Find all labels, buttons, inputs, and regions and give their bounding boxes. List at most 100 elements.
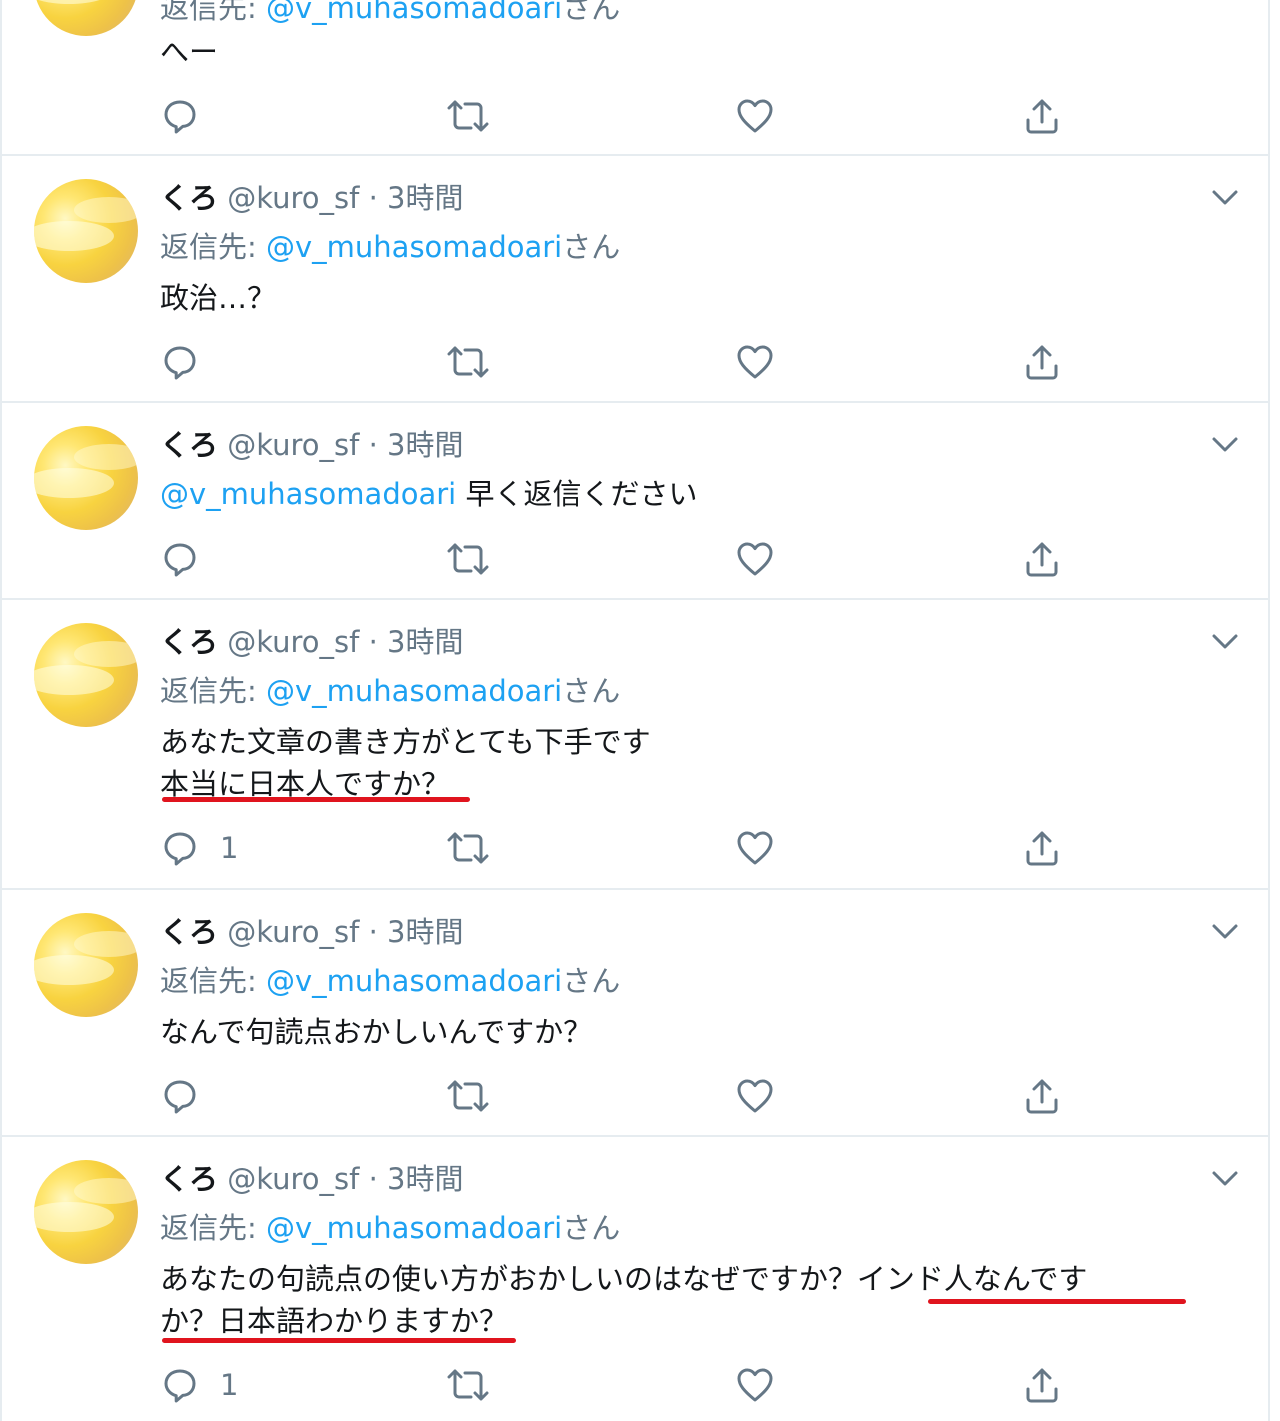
- share-button[interactable]: [1024, 539, 1060, 579]
- avatar[interactable]: [34, 1160, 138, 1264]
- avatar[interactable]: [34, 0, 138, 36]
- display-name[interactable]: くろ: [160, 1162, 218, 1196]
- mention-link[interactable]: @v_muhasomadoari: [160, 477, 456, 511]
- tweet[interactable]: くろ @kuro_sf · 3時間 返信先: @v_muhasomadoariさ…: [2, 890, 1268, 1137]
- reply-button[interactable]: 1: [162, 1365, 238, 1405]
- reply-icon: [164, 1369, 196, 1403]
- handle[interactable]: @kuro_sf: [227, 428, 359, 462]
- reply-to-line: 返信先: @v_muhasomadoariさん: [160, 1210, 620, 1246]
- tweet-text: へー: [160, 35, 219, 69]
- heart-icon: [737, 99, 773, 133]
- tweet[interactable]: くろ @kuro_sf · 3時間 返信先: @v_muhasomadoariさ…: [2, 600, 1268, 890]
- avatar[interactable]: [34, 623, 138, 727]
- reply-button[interactable]: 1: [162, 828, 238, 868]
- chevron-down-icon[interactable]: [1210, 433, 1240, 455]
- handle[interactable]: @kuro_sf: [227, 625, 359, 659]
- chevron-down-icon[interactable]: [1210, 920, 1240, 942]
- tweet[interactable]: くろ @kuro_sf · 3時間 返信先: @v_muhasomadoariさ…: [2, 156, 1268, 403]
- tweet-text: か？日本語わかりますか？: [160, 1304, 509, 1338]
- share-icon: [1026, 1079, 1058, 1114]
- reply-to-line: 返信先: @v_muhasomadoariさん: [160, 963, 620, 999]
- tweet[interactable]: 返信先: @v_muhasomadoariさん へー: [2, 0, 1268, 156]
- reply-icon: [164, 1080, 196, 1114]
- share-icon: [1026, 345, 1058, 380]
- reply-icon: [164, 543, 196, 577]
- heart-icon: [737, 831, 773, 865]
- share-button[interactable]: [1024, 96, 1060, 136]
- timestamp[interactable]: 3時間: [387, 181, 463, 215]
- highlight-underline: [162, 797, 470, 802]
- tweet-text-body: 早く返信ください: [465, 477, 698, 511]
- timestamp[interactable]: 3時間: [387, 625, 463, 659]
- reply-to-suffix: さん: [562, 1211, 621, 1245]
- separator: ·: [359, 181, 388, 215]
- share-button[interactable]: [1024, 1365, 1060, 1405]
- display-name[interactable]: くろ: [160, 428, 218, 462]
- retweet-icon: [447, 1080, 489, 1112]
- reply-to-suffix: さん: [562, 674, 621, 708]
- retweet-button[interactable]: [447, 828, 489, 868]
- avatar[interactable]: [34, 426, 138, 530]
- handle[interactable]: @kuro_sf: [227, 181, 359, 215]
- handle[interactable]: @kuro_sf: [227, 1162, 359, 1196]
- reply-to-mention-link[interactable]: @v_muhasomadoari: [266, 230, 562, 264]
- display-name[interactable]: くろ: [160, 915, 218, 949]
- retweet-icon: [447, 346, 489, 378]
- share-button[interactable]: [1024, 828, 1060, 868]
- tweet[interactable]: くろ @kuro_sf · 3時間 返信先: @v_muhasomadoariさ…: [2, 1137, 1268, 1421]
- reply-to-line: 返信先: @v_muhasomadoariさん: [160, 0, 620, 26]
- like-button[interactable]: [736, 1365, 774, 1405]
- reply-to-line: 返信先: @v_muhasomadoariさん: [160, 673, 620, 709]
- like-button[interactable]: [736, 1076, 774, 1116]
- tweet-header: くろ @kuro_sf · 3時間: [160, 427, 463, 463]
- like-button[interactable]: [736, 828, 774, 868]
- display-name[interactable]: くろ: [160, 625, 218, 659]
- like-button[interactable]: [736, 96, 774, 136]
- retweet-button[interactable]: [447, 96, 489, 136]
- tweet-text: @v_muhasomadoari 早く返信ください: [160, 476, 697, 512]
- reply-count: 1: [220, 1368, 239, 1402]
- reply-to-mention-link[interactable]: @v_muhasomadoari: [266, 674, 562, 708]
- separator: ·: [359, 915, 388, 949]
- retweet-icon: [447, 543, 489, 575]
- retweet-button[interactable]: [447, 1365, 489, 1405]
- retweet-button[interactable]: [447, 342, 489, 382]
- share-button[interactable]: [1024, 342, 1060, 382]
- timestamp[interactable]: 3時間: [387, 1162, 463, 1196]
- reply-to-mention-link[interactable]: @v_muhasomadoari: [266, 1211, 562, 1245]
- timestamp[interactable]: 3時間: [387, 428, 463, 462]
- share-icon: [1026, 542, 1058, 577]
- avatar[interactable]: [34, 179, 138, 283]
- chevron-down-icon[interactable]: [1210, 1167, 1240, 1189]
- reply-to-mention-link[interactable]: @v_muhasomadoari: [266, 964, 562, 998]
- heart-icon: [737, 1368, 773, 1402]
- share-icon: [1026, 831, 1058, 866]
- share-button[interactable]: [1024, 1076, 1060, 1116]
- reply-button[interactable]: [162, 96, 220, 136]
- heart-icon: [737, 1079, 773, 1113]
- reply-to-label: 返信先:: [160, 674, 257, 708]
- reply-to-suffix: さん: [562, 230, 621, 264]
- like-button[interactable]: [736, 342, 774, 382]
- display-name[interactable]: くろ: [160, 181, 218, 215]
- timestamp[interactable]: 3時間: [387, 915, 463, 949]
- avatar[interactable]: [34, 913, 138, 1017]
- retweet-button[interactable]: [447, 539, 489, 579]
- tweet-header: くろ @kuro_sf · 3時間: [160, 914, 463, 950]
- like-button[interactable]: [736, 539, 774, 579]
- reply-count: 1: [220, 831, 239, 865]
- tweet-header: くろ @kuro_sf · 3時間: [160, 180, 463, 216]
- retweet-icon: [447, 100, 489, 132]
- reply-button[interactable]: [162, 342, 220, 382]
- reply-to-mention-link[interactable]: @v_muhasomadoari: [266, 0, 562, 25]
- tweet[interactable]: くろ @kuro_sf · 3時間 @v_muhasomadoari 早く返信く…: [2, 403, 1268, 600]
- chevron-down-icon[interactable]: [1210, 630, 1240, 652]
- reply-button[interactable]: [162, 539, 220, 579]
- separator: ·: [359, 1162, 388, 1196]
- reply-to-suffix: さん: [562, 0, 621, 25]
- handle[interactable]: @kuro_sf: [227, 915, 359, 949]
- chevron-down-icon[interactable]: [1210, 186, 1240, 208]
- tweet-header: くろ @kuro_sf · 3時間: [160, 1161, 463, 1197]
- retweet-button[interactable]: [447, 1076, 489, 1116]
- reply-button[interactable]: [162, 1076, 220, 1116]
